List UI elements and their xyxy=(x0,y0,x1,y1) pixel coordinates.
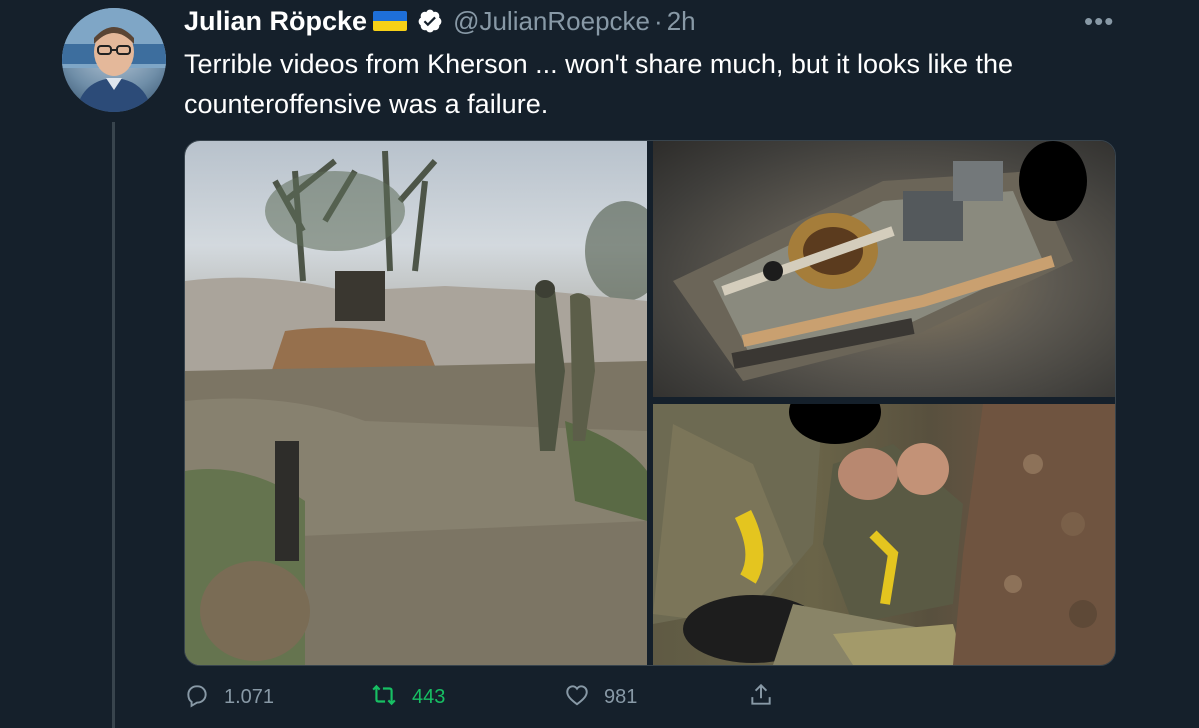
like-count: 981 xyxy=(604,685,638,708)
tweet-timestamp[interactable]: 2h xyxy=(667,6,696,37)
tweet-actions: 1.071 443 981 xyxy=(184,680,804,714)
author-name[interactable]: Julian Röpcke xyxy=(184,6,367,37)
retweet-icon xyxy=(370,682,398,713)
retweet-button[interactable]: 443 xyxy=(370,680,445,714)
like-button[interactable]: 981 xyxy=(564,680,637,714)
author-handle[interactable]: @JulianRoepcke xyxy=(453,6,650,37)
soldiers-thumbs-up-photo[interactable] xyxy=(653,404,1115,665)
verified-badge-icon xyxy=(417,8,443,34)
reply-count: 1.071 xyxy=(224,685,275,708)
share-button[interactable] xyxy=(748,680,774,714)
tweet-header: Julian Röpcke @JulianRoepcke · 2h xyxy=(184,4,696,38)
media-grid[interactable] xyxy=(184,140,1116,666)
more-options-icon[interactable]: ••• xyxy=(1084,6,1114,37)
reply-icon xyxy=(184,682,210,713)
avatar[interactable] xyxy=(62,8,166,112)
heart-icon xyxy=(564,682,590,713)
ukraine-flag-icon xyxy=(373,11,408,31)
destroyed-vehicle-aerial-photo[interactable] xyxy=(653,141,1115,397)
reply-button[interactable]: 1.071 xyxy=(184,680,274,714)
soldiers-in-trench-photo[interactable] xyxy=(185,141,647,665)
separator-dot: · xyxy=(654,5,663,36)
tweet-text: Terrible videos from Kherson ... won't s… xyxy=(184,49,1014,119)
tweet[interactable]: Julian Röpcke @JulianRoepcke · 2h ••• Te… xyxy=(0,0,1199,728)
thread-line xyxy=(112,122,115,728)
retweet-count: 443 xyxy=(412,685,446,708)
share-icon xyxy=(748,682,774,713)
